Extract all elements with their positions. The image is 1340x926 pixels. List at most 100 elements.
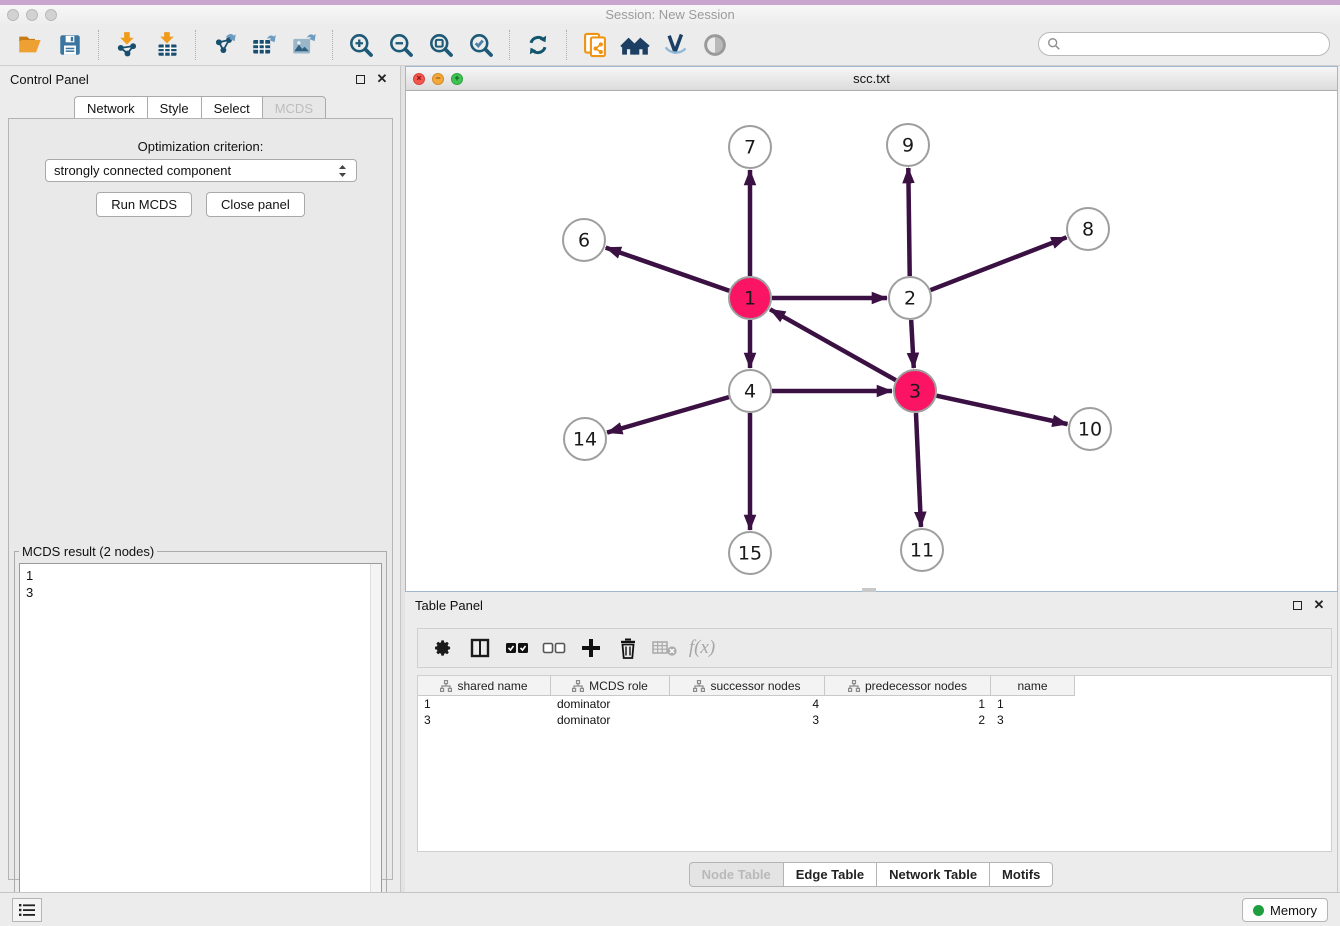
graph-edge-3-11[interactable]: [916, 413, 921, 527]
graph-node-10[interactable]: 10: [1069, 408, 1111, 450]
node-table[interactable]: shared name MCDS rolesuccessor nodesprede…: [417, 675, 1332, 852]
graph-node-7[interactable]: 7: [729, 126, 771, 168]
clone-network-icon[interactable]: [578, 29, 612, 61]
table-cell[interactable]: 3: [418, 712, 551, 728]
search-input[interactable]: [1066, 37, 1321, 52]
search-icon: [1047, 37, 1061, 51]
column-header-successor-nodes[interactable]: successor nodes: [670, 676, 825, 696]
node-table-body: 1dominator4113dominator323: [418, 696, 1331, 728]
memory-status-icon: [1253, 905, 1264, 916]
zoom-in-icon[interactable]: [344, 29, 378, 61]
zoom-out-icon[interactable]: [384, 29, 418, 61]
graph-edge-2-9[interactable]: [908, 168, 909, 276]
run-mcds-button[interactable]: Run MCDS: [96, 192, 192, 217]
table-cell[interactable]: 1: [418, 696, 551, 712]
function-builder-icon[interactable]: f(x): [687, 634, 717, 662]
tab-network-table[interactable]: Network Table: [876, 862, 989, 887]
optimization-criterion-select[interactable]: strongly connected component: [45, 159, 357, 182]
mcds-result-title: MCDS result (2 nodes): [19, 544, 157, 559]
table-cell[interactable]: dominator: [551, 696, 670, 712]
tab-motifs[interactable]: Motifs: [989, 862, 1053, 887]
zoom-selected-icon[interactable]: [464, 29, 498, 61]
minimize-view-icon[interactable]: −: [432, 73, 444, 85]
refresh-icon[interactable]: [521, 29, 555, 61]
graph-edge-3-1[interactable]: [770, 309, 896, 380]
memory-label: Memory: [1270, 903, 1317, 918]
home-icon[interactable]: [618, 29, 652, 61]
table-cell[interactable]: 1: [825, 696, 991, 712]
import-network-icon[interactable]: [110, 29, 144, 61]
float-panel-icon[interactable]: [352, 71, 368, 87]
table-row[interactable]: 3dominator323: [418, 712, 1331, 728]
graph-node-14[interactable]: 14: [564, 418, 606, 460]
table-cell[interactable]: 3: [670, 712, 825, 728]
delete-table-icon[interactable]: [650, 634, 680, 662]
column-header-name[interactable]: name: [991, 676, 1075, 696]
cyndex-icon[interactable]: [658, 29, 692, 61]
mcds-result-textarea[interactable]: 1 3: [19, 563, 382, 923]
close-table-panel-icon[interactable]: ✕: [1311, 597, 1327, 613]
select-all-icon[interactable]: [502, 634, 532, 662]
eye-icon[interactable]: [698, 29, 732, 61]
table-panel-tabs: Node TableEdge TableNetwork TableMotifs: [405, 862, 1337, 887]
table-cell[interactable]: 3: [991, 712, 1075, 728]
export-network-icon[interactable]: [207, 29, 241, 61]
selected-option-label: strongly connected component: [54, 163, 231, 178]
columns-icon[interactable]: [465, 634, 495, 662]
horizontal-split-grip[interactable]: [862, 588, 876, 592]
graph-node-9[interactable]: 9: [887, 124, 929, 166]
delete-column-icon[interactable]: [613, 634, 643, 662]
float-table-panel-icon[interactable]: [1289, 597, 1305, 613]
column-header-MCDS-role[interactable]: MCDS role: [551, 676, 670, 696]
table-cell[interactable]: 4: [670, 696, 825, 712]
column-header-label: shared name: [457, 679, 527, 693]
result-scrollbar[interactable]: [370, 564, 381, 922]
tab-node-table[interactable]: Node Table: [689, 862, 783, 887]
graph-node-2[interactable]: 2: [889, 277, 931, 319]
network-graph-canvas[interactable]: 7 9 6 8 1 2 4 3 14 10 15 11: [406, 91, 1337, 591]
graph-node-11[interactable]: 11: [901, 529, 943, 571]
close-panel-icon[interactable]: ✕: [374, 71, 390, 87]
network-window-titlebar[interactable]: × − + scc.txt: [406, 67, 1337, 91]
deselect-all-icon[interactable]: [539, 634, 569, 662]
table-cell[interactable]: dominator: [551, 712, 670, 728]
graph-node-label: 15: [738, 543, 762, 565]
zoom-fit-icon[interactable]: [424, 29, 458, 61]
graph-edge-4-14[interactable]: [607, 397, 729, 432]
maximize-view-icon[interactable]: +: [451, 73, 463, 85]
graph-node-3[interactable]: 3: [894, 370, 936, 412]
open-file-icon[interactable]: [13, 29, 47, 61]
network-view-title: scc.txt: [406, 71, 1337, 86]
export-image-icon[interactable]: [287, 29, 321, 61]
search-field[interactable]: [1038, 32, 1330, 56]
column-header-shared-name[interactable]: shared name: [418, 676, 551, 696]
table-row[interactable]: 1dominator411: [418, 696, 1331, 712]
toolbar-separator: [195, 30, 196, 60]
graph-edge-2-8[interactable]: [931, 237, 1067, 290]
graph-node-6[interactable]: 6: [563, 219, 605, 261]
save-session-icon[interactable]: [53, 29, 87, 61]
graph-node-15[interactable]: 15: [729, 532, 771, 574]
graph-node-4[interactable]: 4: [729, 370, 771, 412]
import-table-icon[interactable]: [150, 29, 184, 61]
graph-node-label: 8: [1082, 219, 1094, 241]
graph-node-1[interactable]: 1: [729, 277, 771, 319]
graph-node-8[interactable]: 8: [1067, 208, 1109, 250]
export-table-icon[interactable]: [247, 29, 281, 61]
task-history-button[interactable]: [12, 898, 42, 922]
graph-node-label: 11: [910, 540, 934, 562]
memory-button[interactable]: Memory: [1242, 898, 1328, 922]
tab-edge-table[interactable]: Edge Table: [783, 862, 876, 887]
table-cell[interactable]: 2: [825, 712, 991, 728]
close-view-icon[interactable]: ×: [413, 73, 425, 85]
graph-edge-3-10[interactable]: [936, 396, 1067, 424]
column-header-predecessor-nodes[interactable]: predecessor nodes: [825, 676, 991, 696]
table-panel: Table Panel ✕: [405, 592, 1338, 892]
table-cell[interactable]: 1: [991, 696, 1075, 712]
close-panel-button[interactable]: Close panel: [206, 192, 305, 217]
toolbar-separator: [509, 30, 510, 60]
gear-icon[interactable]: [428, 634, 458, 662]
add-column-icon[interactable]: [576, 634, 606, 662]
graph-edge-2-3[interactable]: [911, 320, 914, 368]
graph-edge-1-6[interactable]: [606, 248, 730, 291]
